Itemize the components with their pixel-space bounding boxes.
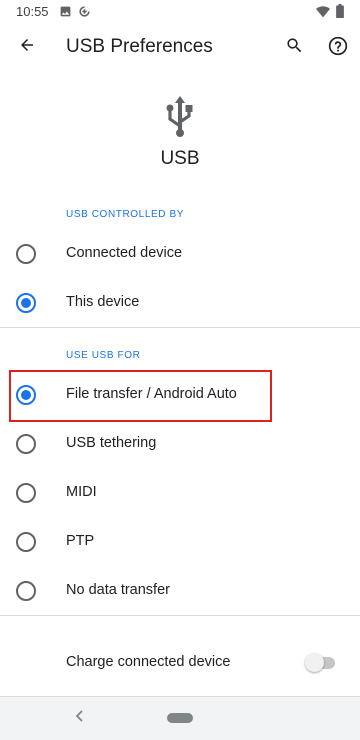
option-label: No data transfer	[66, 582, 170, 598]
arrow-back-icon	[18, 36, 36, 59]
app-bar: USB Preferences	[0, 24, 360, 72]
usb-header-label: USB	[160, 148, 200, 169]
page-title: USB Preferences	[66, 36, 213, 57]
status-bar: 10:55	[0, 0, 360, 24]
option-this-device[interactable]: This device	[0, 278, 360, 327]
nav-home-button[interactable]	[167, 713, 193, 723]
usb-icon	[164, 96, 196, 138]
wifi-icon	[316, 5, 330, 23]
option-label: MIDI	[66, 484, 97, 500]
option-usb-tethering[interactable]: USB tethering	[0, 419, 360, 468]
data-saver-icon	[78, 5, 91, 23]
divider	[0, 615, 360, 616]
back-button[interactable]	[10, 30, 44, 64]
nav-back-button[interactable]	[73, 709, 87, 727]
help-icon	[328, 36, 348, 61]
radio-usb-tethering[interactable]	[16, 434, 36, 454]
radio-ptp[interactable]	[16, 532, 36, 552]
status-time: 10:55	[16, 4, 49, 19]
battery-icon	[336, 4, 344, 23]
search-button[interactable]	[279, 33, 309, 63]
charge-toggle-thumb[interactable]	[305, 653, 324, 672]
status-icons-right	[316, 4, 344, 23]
option-label: This device	[66, 294, 140, 310]
option-ptp[interactable]: PTP	[0, 517, 360, 566]
option-no-data-transfer[interactable]: No data transfer	[0, 566, 360, 615]
option-connected-device[interactable]: Connected device	[0, 229, 360, 278]
charge-connected-device-row[interactable]: Charge connected device	[0, 640, 360, 686]
section-title-use-usb-for: USE USB FOR	[66, 350, 141, 361]
option-midi[interactable]: MIDI	[0, 468, 360, 517]
option-label: PTP	[66, 533, 95, 549]
image-icon	[59, 5, 72, 23]
help-button[interactable]	[323, 33, 353, 63]
highlight-box	[9, 370, 272, 422]
radio-no-data-transfer[interactable]	[16, 581, 36, 601]
divider	[0, 327, 360, 328]
option-label: Connected device	[66, 245, 183, 261]
option-label: USB tethering	[66, 435, 157, 451]
charge-connected-device-label: Charge connected device	[66, 654, 231, 670]
section-title-usb-controlled-by: USB CONTROLLED BY	[66, 209, 185, 220]
radio-connected-device[interactable]	[16, 244, 36, 264]
search-icon	[285, 36, 304, 60]
radio-midi[interactable]	[16, 483, 36, 503]
navigation-bar	[0, 697, 360, 740]
chevron-left-icon	[75, 709, 85, 727]
status-icons-left	[59, 5, 91, 23]
radio-this-device[interactable]	[16, 293, 36, 313]
